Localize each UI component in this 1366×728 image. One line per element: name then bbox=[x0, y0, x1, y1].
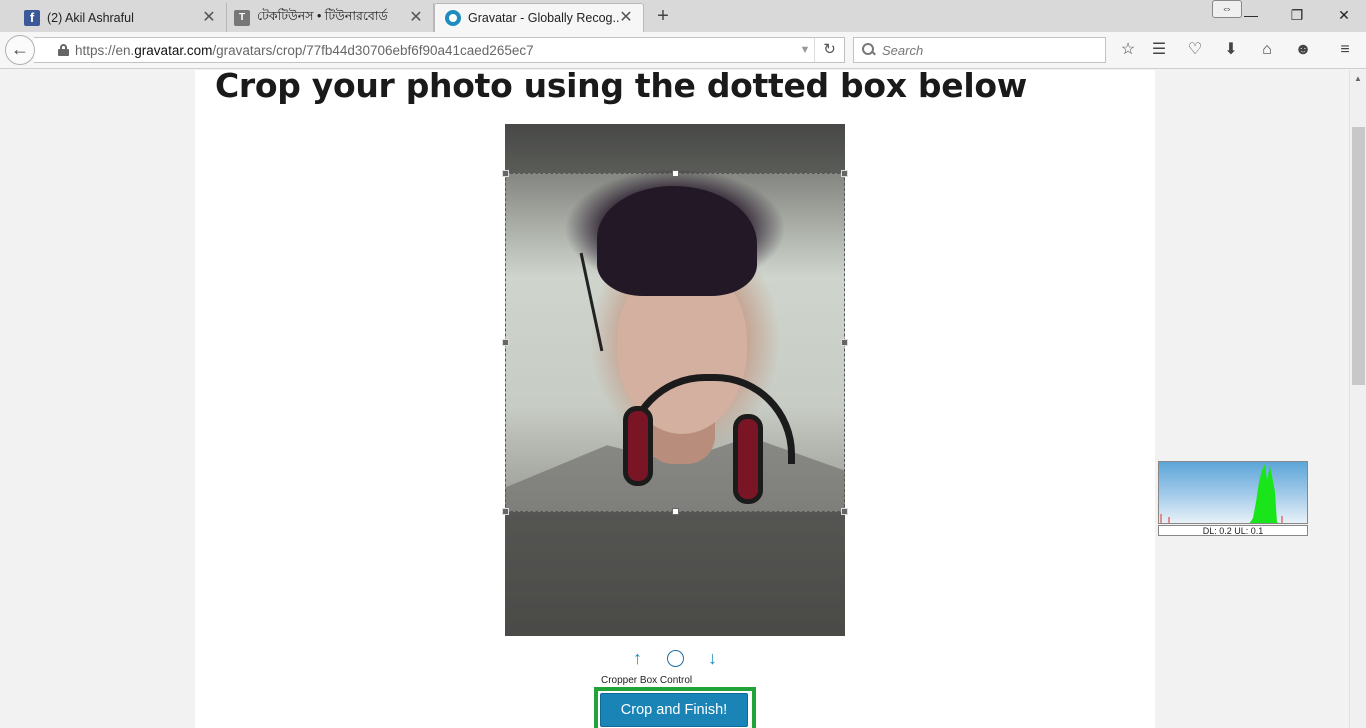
dropdown-arrow-icon[interactable]: ▼ bbox=[796, 44, 814, 56]
tab-strip: f (2) Akil Ashraful ✕ T টেকটিউনস • টিউনা… bbox=[0, 0, 1366, 32]
menu-icon[interactable]: ≡ bbox=[1333, 38, 1357, 62]
tab-gravatar[interactable]: Gravatar - Globally Recog... ✕ bbox=[434, 3, 644, 32]
address-bar[interactable]: https://en.gravatar.com/gravatars/crop/7… bbox=[34, 37, 845, 63]
gravatar-icon bbox=[445, 10, 461, 26]
crop-handle-nw[interactable] bbox=[502, 170, 509, 177]
arrow-up-icon[interactable]: ↑ bbox=[633, 648, 642, 669]
close-icon[interactable]: ✕ bbox=[409, 9, 423, 25]
lock-icon bbox=[58, 44, 69, 56]
close-icon[interactable]: ✕ bbox=[202, 9, 216, 25]
vertical-scrollbar[interactable]: ▲ bbox=[1349, 70, 1366, 728]
crop-handle-ne[interactable] bbox=[841, 170, 848, 177]
tab-title: (2) Akil Ashraful bbox=[47, 10, 134, 25]
navigation-bar: https://en.gravatar.com/gravatars/crop/7… bbox=[0, 32, 1366, 69]
tab-title: Gravatar - Globally Recog... bbox=[468, 11, 619, 25]
home-icon[interactable]: ⌂ bbox=[1255, 38, 1279, 62]
bookmark-star-icon[interactable]: ☆ bbox=[1116, 38, 1140, 62]
cropper-control-label: Cropper Box Control bbox=[601, 675, 693, 686]
crop-handle-w[interactable] bbox=[502, 339, 509, 346]
minimize-button[interactable]: — bbox=[1236, 4, 1266, 26]
pocket-icon[interactable]: ♡ bbox=[1183, 38, 1207, 62]
tab-techtunes[interactable]: T টেকটিউনস • টিউনারবোর্ড ✕ bbox=[224, 3, 434, 32]
facebook-icon: f bbox=[24, 9, 40, 26]
search-placeholder: Search bbox=[882, 42, 924, 58]
tab-title: টেকটিউনস • টিউনারবোর্ড bbox=[257, 8, 388, 23]
close-window-button[interactable]: ✕ bbox=[1329, 4, 1359, 26]
tab-facebook[interactable]: f (2) Akil Ashraful ✕ bbox=[14, 3, 227, 32]
hello-icon[interactable]: ☻ bbox=[1291, 38, 1315, 62]
crop-box[interactable] bbox=[502, 170, 848, 515]
new-tab-button[interactable]: + bbox=[652, 5, 674, 27]
page-content: Crop your photo using the dotted box bel… bbox=[195, 66, 1155, 728]
download-icon[interactable]: ⬇ bbox=[1219, 38, 1243, 62]
close-icon[interactable]: ✕ bbox=[619, 10, 633, 26]
crop-and-finish-button[interactable]: Crop and Finish! bbox=[600, 693, 748, 727]
techtunes-icon: T bbox=[234, 9, 250, 26]
arrow-down-icon[interactable]: ↓ bbox=[708, 648, 717, 669]
crop-handle-e[interactable] bbox=[841, 339, 848, 346]
reload-icon[interactable]: ↻ bbox=[814, 38, 844, 62]
network-speed-text: DL: 0.2 UL: 0.1 bbox=[1158, 525, 1308, 536]
url-text[interactable]: https://en.gravatar.com/gravatars/crop/7… bbox=[75, 43, 796, 58]
restore-button[interactable]: ❐ bbox=[1282, 4, 1312, 26]
network-monitor: DL: 0.2 UL: 0.1 bbox=[1158, 461, 1308, 536]
search-input[interactable]: Search bbox=[853, 37, 1106, 63]
scroll-up-icon[interactable]: ▲ bbox=[1354, 74, 1362, 83]
search-icon bbox=[862, 43, 876, 57]
crop-handle-n[interactable] bbox=[672, 170, 679, 177]
network-graph bbox=[1158, 461, 1308, 524]
crop-handle-s[interactable] bbox=[672, 508, 679, 515]
crop-handle-sw[interactable] bbox=[502, 508, 509, 515]
circle-icon[interactable] bbox=[666, 649, 684, 667]
cropper-box-control: ↑ ↓ bbox=[633, 646, 717, 670]
reading-list-icon[interactable]: ☰ bbox=[1147, 38, 1171, 62]
page-title: Crop your photo using the dotted box bel… bbox=[215, 66, 1027, 105]
crop-handle-se[interactable] bbox=[841, 508, 848, 515]
back-button[interactable]: ← bbox=[5, 35, 35, 65]
scrollbar-thumb[interactable] bbox=[1352, 127, 1365, 385]
